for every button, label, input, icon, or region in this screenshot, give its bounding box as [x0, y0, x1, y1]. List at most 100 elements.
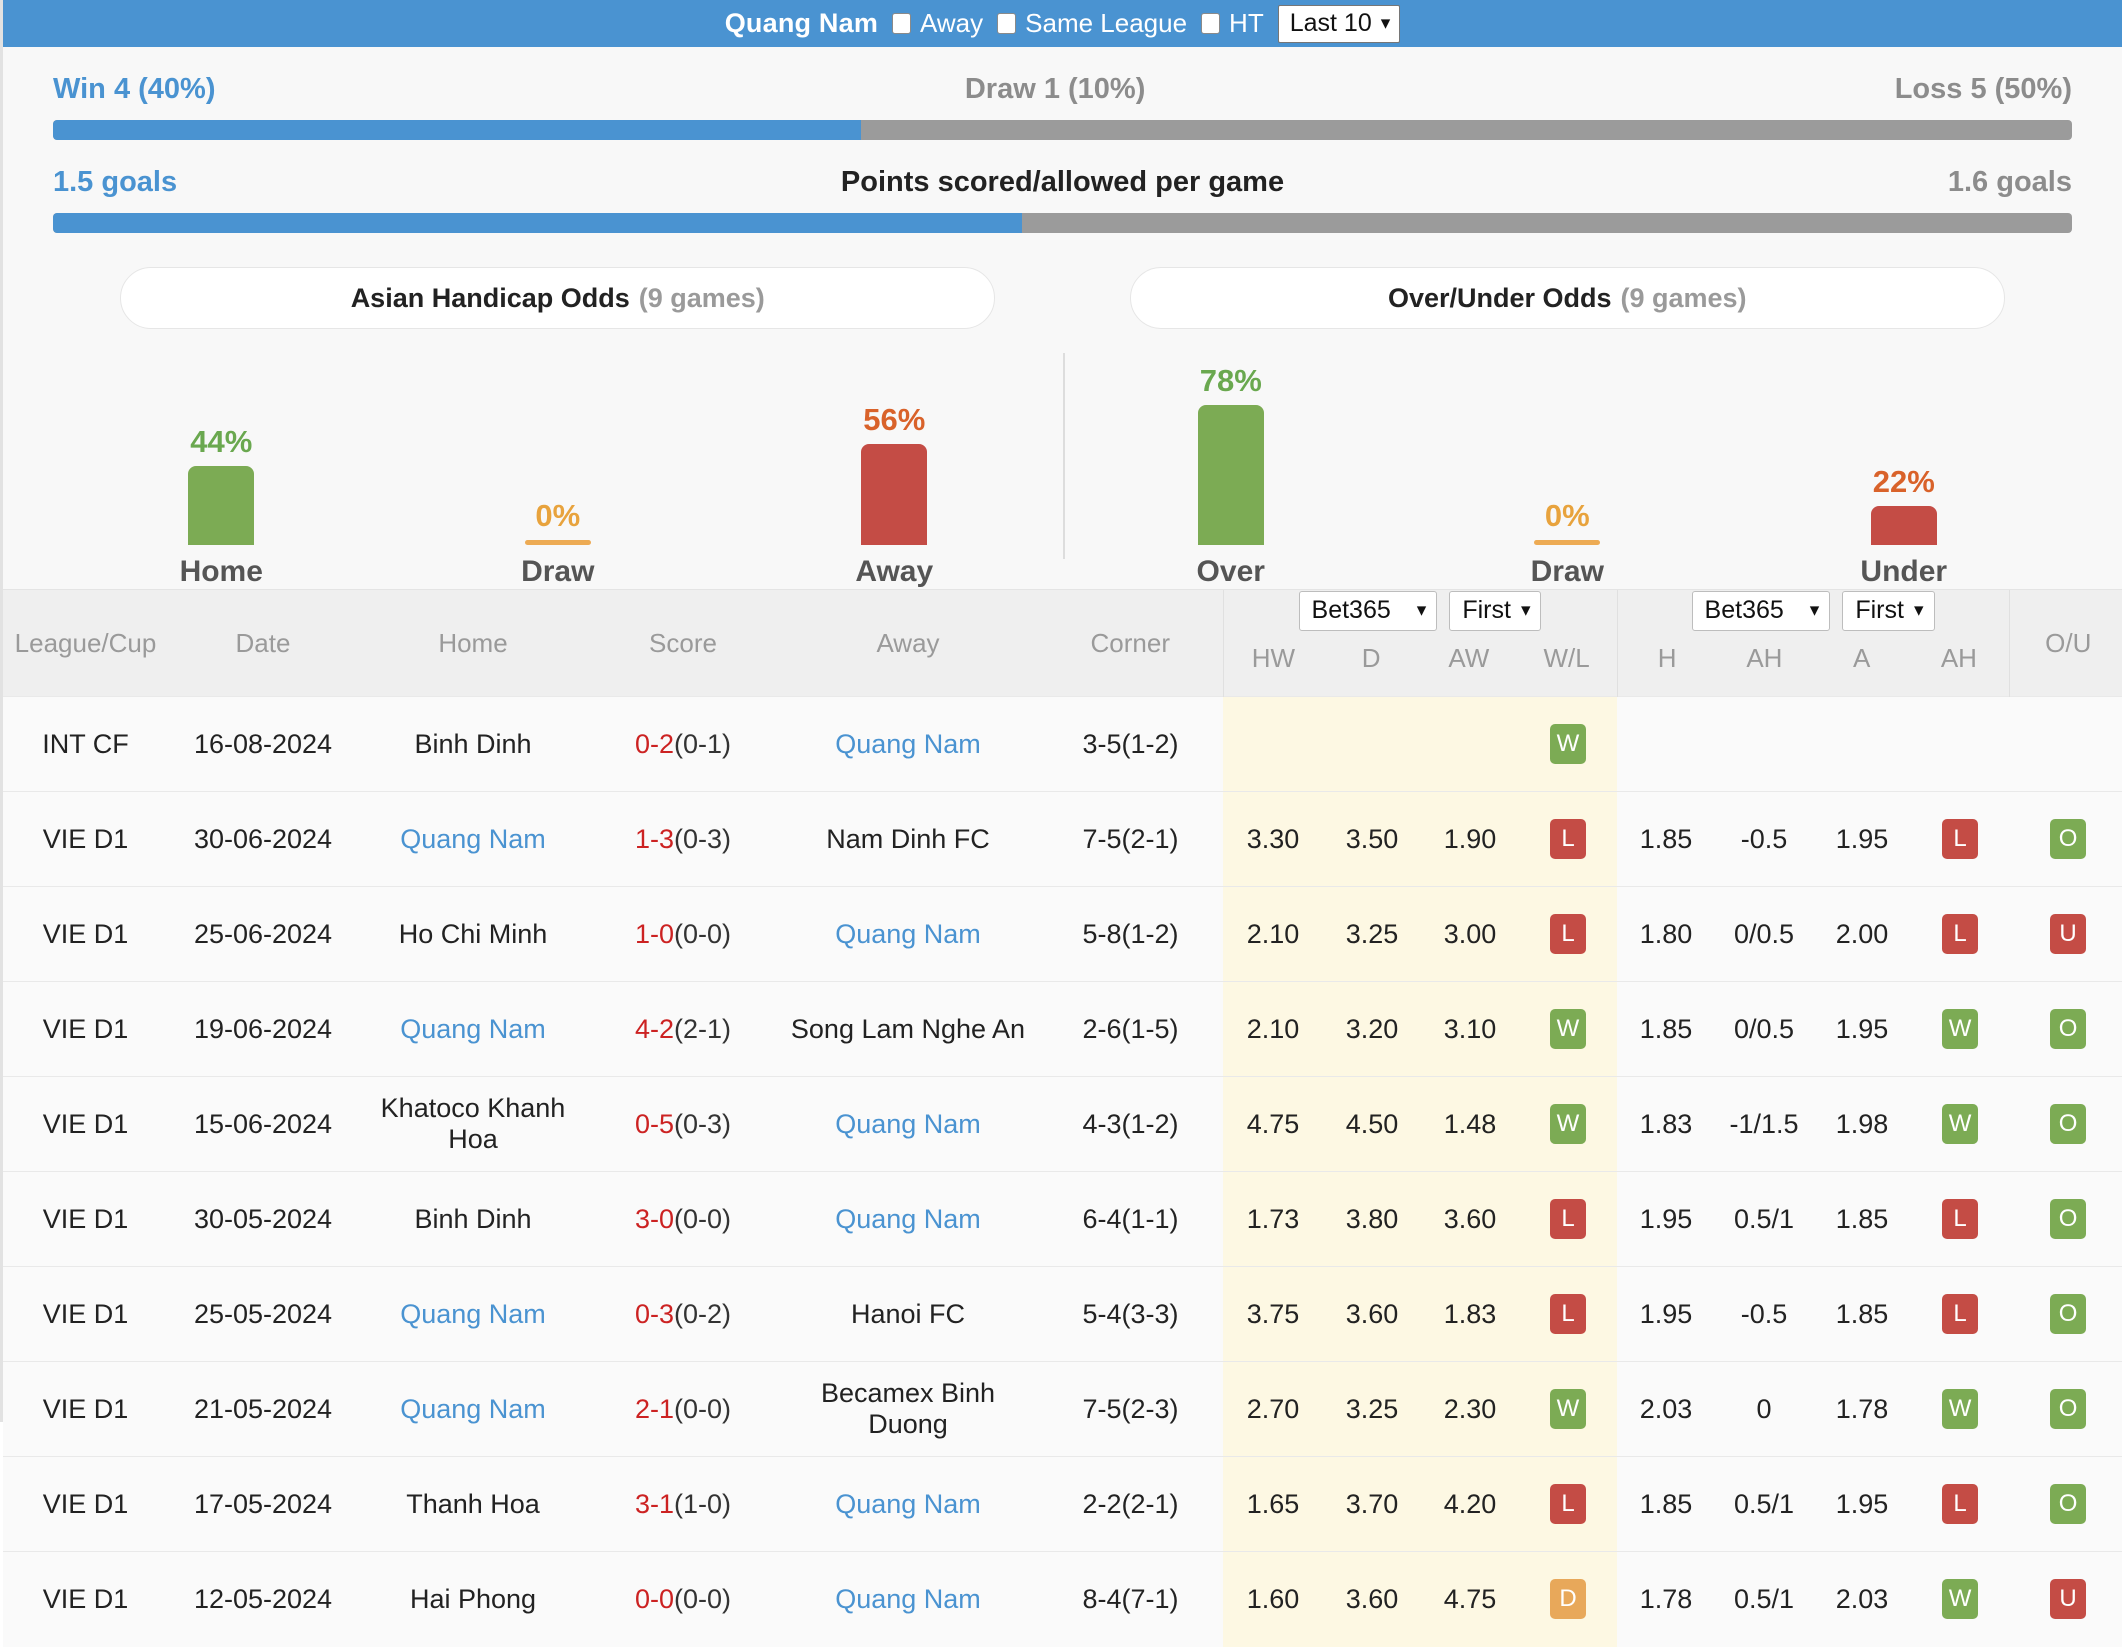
result-badge: L	[1550, 914, 1586, 954]
cell-ah: 0.5/1	[1715, 1456, 1814, 1552]
cell-date: 21-05-2024	[168, 1361, 358, 1457]
result-badge: L	[1550, 1199, 1586, 1239]
tab-asian-handicap-odds[interactable]: Asian Handicap Odds (9 games)	[120, 267, 996, 329]
subheader-h[interactable]: H	[1619, 643, 1716, 674]
table-row[interactable]: INT CF 16-08-2024 Binh Dinh 0-2(0-1) Quang N…	[3, 696, 2122, 792]
period-select-1[interactable]: First ▾	[1449, 591, 1542, 631]
cell-aw: 3.00	[1421, 886, 1519, 982]
cell-wl: L	[1519, 791, 1618, 887]
table-row[interactable]: VIE D1 19-06-2024 Quang Nam 4-2(2-1) Song La…	[3, 981, 2122, 1077]
cell-ou: O	[2009, 1361, 2122, 1457]
cell-hw: 1.65	[1223, 1456, 1323, 1552]
cell-home: Quang Nam	[358, 1266, 588, 1362]
result-badge: L	[1550, 1484, 1586, 1524]
cell-ah2: L	[1911, 791, 2010, 887]
header-date[interactable]: Date	[168, 589, 358, 697]
tab-asian-handicap-games: (9 games)	[638, 282, 765, 313]
cell-corner: 5-8(1-2)	[1038, 886, 1223, 982]
cell-d	[1323, 696, 1421, 792]
cell-wl: L	[1519, 1266, 1618, 1362]
period-select-2[interactable]: First ▾	[1842, 591, 1935, 631]
cell-ah: -0.5	[1715, 1266, 1814, 1362]
cell-aw: 4.20	[1421, 1456, 1519, 1552]
subheader-d[interactable]: D	[1322, 643, 1420, 674]
same-league-checkbox[interactable]	[997, 13, 1017, 34]
bookmaker-select-1[interactable]: Bet365 ▾	[1298, 591, 1438, 631]
cell-date: 16-08-2024	[168, 696, 358, 792]
table-row[interactable]: VIE D1 15-06-2024 Khatoco Khanh Hoa 0-5(0-3…	[3, 1076, 2122, 1172]
subheader-ah2[interactable]: AH	[1910, 643, 2007, 674]
cell-home: Quang Nam	[358, 1361, 588, 1457]
cell-away: Hanoi FC	[778, 1266, 1038, 1362]
wdl-row: Win 4 (40%) Draw 1 (10%) Loss 5 (50%)	[53, 47, 2072, 140]
cell-away: Nam Dinh FC	[778, 791, 1038, 887]
cell-hw: 3.30	[1223, 791, 1323, 887]
filter-ht[interactable]: HT	[1201, 8, 1264, 39]
cell-d: 3.60	[1323, 1266, 1421, 1362]
cell-d: 3.25	[1323, 886, 1421, 982]
chevron-down-icon: ▾	[1913, 600, 1924, 621]
ht-checkbox[interactable]	[1201, 13, 1221, 34]
cell-ah2: L	[1911, 1171, 2010, 1267]
result-badge: O	[2050, 1294, 2087, 1334]
table-row[interactable]: VIE D1 25-06-2024 Ho Chi Minh 1-0(0-0) Quang…	[3, 886, 2122, 982]
goals-row: 1.5 goals Points scored/allowed per game…	[53, 140, 2072, 233]
header-away[interactable]: Away	[778, 589, 1038, 697]
tab-asian-handicap-title: Asian Handicap Odds	[350, 282, 630, 313]
cell-home: Binh Dinh	[358, 1171, 588, 1267]
subheader-a[interactable]: A	[1813, 643, 1910, 674]
cell-wl: L	[1519, 886, 1618, 982]
tab-over-under-odds[interactable]: Over/Under Odds (9 games)	[1129, 267, 2005, 329]
cell-aw	[1421, 696, 1519, 792]
cell-score: 2-1(0-0)	[588, 1361, 778, 1457]
cell-date: 15-06-2024	[168, 1076, 358, 1172]
table-row[interactable]: VIE D1 25-05-2024 Quang Nam 0-3(0-2) Hanoi F…	[3, 1266, 2122, 1362]
cell-league: VIE D1	[3, 1266, 168, 1362]
subheader-wl[interactable]: W/L	[1518, 643, 1616, 674]
cell-away: Quang Nam	[778, 1171, 1038, 1267]
away-checkbox[interactable]	[892, 13, 912, 34]
ht-label: HT	[1229, 8, 1264, 38]
table-row[interactable]: VIE D1 17-05-2024 Thanh Hoa 3-1(1-0) Quang N…	[3, 1456, 2122, 1552]
chart-bar-home	[188, 466, 255, 545]
result-badge: O	[2050, 1484, 2087, 1524]
table-row[interactable]: VIE D1 21-05-2024 Quang Nam 2-1(0-0) Becamex…	[3, 1361, 2122, 1457]
table-row[interactable]: VIE D1 30-06-2024 Quang Nam 1-3(0-3) Nam Din…	[3, 791, 2122, 887]
header-corner[interactable]: Corner	[1038, 589, 1223, 697]
cell-home: Khatoco Khanh Hoa	[358, 1076, 588, 1172]
subheader-aw[interactable]: AW	[1420, 643, 1518, 674]
cell-corner: 8-4(7-1)	[1038, 1551, 1223, 1647]
cell-date: 25-06-2024	[168, 886, 358, 982]
cell-score: 0-5(0-3)	[588, 1076, 778, 1172]
cell-date: 30-06-2024	[168, 791, 358, 887]
cell-ah2: L	[1911, 1266, 2010, 1362]
cell-home: Quang Nam	[358, 981, 588, 1077]
cell-ou: O	[2009, 1171, 2122, 1267]
filter-same-league[interactable]: Same League	[997, 8, 1187, 39]
cell-ah2	[1911, 696, 2010, 792]
cell-wl: W	[1519, 696, 1618, 792]
bookmaker-select-2[interactable]: Bet365 ▾	[1691, 591, 1831, 631]
subheader-ah1[interactable]: AH	[1716, 643, 1813, 674]
goals-bar	[53, 213, 2072, 233]
cell-corner: 5-4(3-3)	[1038, 1266, 1223, 1362]
range-select[interactable]: Last 10 ▾	[1277, 4, 1401, 43]
cell-home: Hai Phong	[358, 1551, 588, 1647]
cell-h: 1.95	[1617, 1171, 1716, 1267]
header-ou[interactable]: O/U	[2008, 589, 2122, 697]
header-score[interactable]: Score	[588, 589, 778, 697]
cell-away: Quang Nam	[778, 1076, 1038, 1172]
table-row[interactable]: VIE D1 12-05-2024 Hai Phong 0-0(0-0) Quang N…	[3, 1551, 2122, 1647]
subheader-hw[interactable]: HW	[1225, 643, 1323, 674]
header-league[interactable]: League/Cup	[3, 589, 168, 697]
cell-h: 1.80	[1617, 886, 1716, 982]
cell-h: 1.83	[1617, 1076, 1716, 1172]
cell-date: 17-05-2024	[168, 1456, 358, 1552]
filter-toolbar: Quang Nam Away Same League HT Last 10 ▾	[3, 0, 2122, 47]
header-home[interactable]: Home	[358, 589, 588, 697]
filter-away[interactable]: Away	[892, 8, 983, 39]
result-badge: O	[2050, 1389, 2087, 1429]
table-row[interactable]: VIE D1 30-05-2024 Binh Dinh 3-0(0-0) Quang N…	[3, 1171, 2122, 1267]
chevron-down-icon: ▾	[1809, 600, 1820, 621]
cell-corner: 4-3(1-2)	[1038, 1076, 1223, 1172]
